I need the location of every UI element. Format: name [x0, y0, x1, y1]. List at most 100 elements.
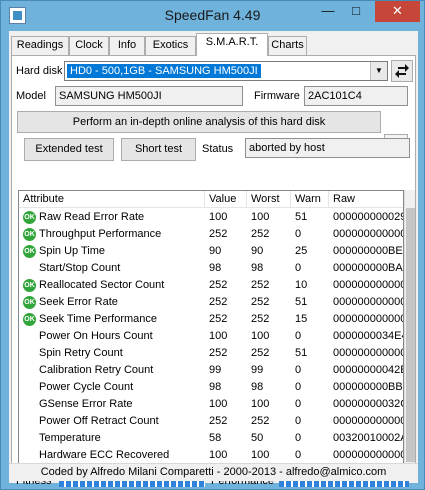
extended-test-button[interactable]: Extended test: [24, 138, 114, 161]
table-cell-warn: 0: [295, 330, 302, 342]
table-row[interactable]: OK Raw Read Error Rate 100 100 51 00000000002…: [19, 209, 404, 226]
table-row[interactable]: OK Seek Error Rate 252 252 51 000000000000: [19, 294, 403, 311]
firmware-label: Firmware: [254, 90, 300, 102]
table-cell-value: 98: [209, 381, 222, 393]
table-cell-warn: 0: [295, 432, 302, 444]
table-row[interactable]: OK Seek Time Performance 252 252 15 000000000…: [19, 311, 404, 328]
table-cell-attribute: Spin Up Time: [39, 245, 106, 257]
table-cell-warn: 0: [295, 228, 302, 240]
firmware-field: 2AC101C4: [304, 86, 408, 106]
table-cell-worst: 252: [251, 228, 270, 240]
table-cell-value: 90: [209, 245, 222, 257]
table-row[interactable]: Power Cycle Count 98 98 0 000000000BB2: [19, 379, 403, 396]
table-cell-raw: 000000000029: [333, 211, 404, 223]
ok-status-icon: OK: [23, 228, 36, 241]
table-cell-attribute: Power Cycle Count: [39, 381, 134, 393]
table-cell-value: 252: [209, 296, 228, 308]
model-field: SAMSUNG HM500JI: [55, 86, 243, 106]
table-cell-raw: 000000000000: [333, 449, 404, 461]
table-cell-value: 252: [209, 279, 228, 291]
table-cell-worst: 100: [251, 211, 270, 223]
hard-disk-selected-value: HD0 - 500,1GB - SAMSUNG HM500JI: [67, 64, 261, 78]
column-worst[interactable]: Worst: [247, 191, 291, 208]
table-cell-worst: 100: [251, 449, 270, 461]
title-bar[interactable]: SpeedFan 4.49 — □ ✕: [1, 1, 424, 31]
table-cell-warn: 0: [295, 364, 302, 376]
table-cell-warn: 0: [295, 381, 302, 393]
table-row[interactable]: OK Reallocated Sector Count 252 252 10 000000…: [19, 277, 404, 294]
table-cell-worst: 99: [251, 364, 264, 376]
table-row[interactable]: Hardware ECC Recovered 100 100 0 00000000000…: [19, 447, 404, 463]
table-cell-warn: 0: [295, 449, 302, 461]
table-cell-worst: 252: [251, 347, 270, 359]
column-attribute[interactable]: Attribute: [19, 191, 205, 208]
table-cell-warn: 0: [295, 398, 302, 410]
table-row[interactable]: GSense Error Rate 100 100 0 00000000032C: [19, 396, 404, 413]
table-cell-warn: 0: [295, 415, 302, 427]
column-raw[interactable]: Raw: [329, 191, 403, 208]
short-test-button[interactable]: Short test: [121, 138, 196, 161]
tab-charts[interactable]: Charts: [268, 36, 307, 55]
table-row[interactable]: OK Throughput Performance 252 252 0 000000000…: [19, 226, 403, 243]
table-cell-worst: 252: [251, 279, 270, 291]
column-warn[interactable]: Warn: [291, 191, 329, 208]
table-row[interactable]: Power Off Retract Count 252 252 0 0000000000…: [19, 413, 404, 430]
ok-status-icon: OK: [23, 279, 36, 292]
table-cell-attribute: Hardware ECC Recovered: [39, 449, 170, 461]
tab-clock[interactable]: Clock: [69, 36, 109, 55]
table-cell-value: 100: [209, 330, 228, 342]
table-cell-worst: 50: [251, 432, 264, 444]
tab-smart[interactable]: S.M.A.R.T.: [196, 33, 268, 56]
table-cell-raw: 000000000000: [333, 415, 404, 427]
table-cell-worst: 252: [251, 313, 270, 325]
table-cell-raw: 00000000032C: [333, 398, 404, 410]
ok-status-icon: OK: [23, 313, 36, 326]
hard-disk-label: Hard disk: [16, 65, 63, 77]
smart-attributes-table[interactable]: Attribute Value Worst Warn Raw OK Raw Rea…: [18, 190, 404, 464]
tab-readings[interactable]: Readings: [11, 36, 69, 55]
model-label: Model: [16, 90, 46, 102]
table-scrollbar[interactable]: [404, 190, 415, 464]
table-cell-value: 252: [209, 415, 228, 427]
table-cell-value: 98: [209, 262, 222, 274]
table-cell-raw: 000000000BEA: [333, 245, 404, 257]
table-cell-attribute: Calibration Retry Count: [39, 364, 154, 376]
table-cell-worst: 100: [251, 398, 270, 410]
table-cell-raw: 000000000000: [333, 347, 404, 359]
close-button[interactable]: ✕: [375, 1, 420, 22]
table-row[interactable]: Start/Stop Count 98 98 0 000000000BA4: [19, 260, 404, 277]
table-cell-raw: 000000000000: [333, 313, 404, 325]
table-row[interactable]: Spin Retry Count 252 252 51 000000000000: [19, 345, 404, 362]
table-cell-raw: 00320010002A: [333, 432, 404, 444]
table-cell-worst: 98: [251, 262, 264, 274]
table-row[interactable]: Calibration Retry Count 99 99 0 00000000042E: [19, 362, 403, 379]
refresh-disks-button[interactable]: [391, 60, 413, 82]
table-cell-worst: 98: [251, 381, 264, 393]
chevron-down-icon[interactable]: ▼: [370, 62, 387, 80]
table-row[interactable]: Temperature 58 50 0 00320010002A: [19, 430, 404, 447]
hard-disk-select[interactable]: HD0 - 500,1GB - SAMSUNG HM500JI ▼: [64, 61, 388, 81]
column-value[interactable]: Value: [205, 191, 247, 208]
table-cell-raw: 000000000BA4: [333, 262, 404, 274]
table-cell-warn: 51: [295, 211, 308, 223]
table-cell-attribute: Raw Read Error Rate: [39, 211, 145, 223]
maximize-button[interactable]: □: [342, 1, 370, 22]
scrollbar-thumb[interactable]: [406, 208, 415, 462]
minimize-button[interactable]: —: [314, 1, 342, 22]
table-cell-value: 100: [209, 211, 228, 223]
online-analysis-button[interactable]: Perform an in-depth online analysis of t…: [17, 111, 381, 133]
table-cell-value: 58: [209, 432, 222, 444]
table-header: Attribute Value Worst Warn Raw: [19, 191, 403, 208]
table-row[interactable]: Power On Hours Count 100 100 0 0000000034E4: [19, 328, 403, 345]
smart-panel: Hard disk HD0 - 500,1GB - SAMSUNG HM500J…: [11, 55, 416, 487]
table-row[interactable]: OK Spin Up Time 90 90 25 000000000BEA: [19, 243, 404, 260]
table-cell-attribute: Power On Hours Count: [39, 330, 153, 342]
tab-exotics[interactable]: Exotics: [145, 36, 196, 55]
table-cell-attribute: Temperature: [39, 432, 101, 444]
table-cell-attribute: Seek Error Rate: [39, 296, 118, 308]
table-cell-worst: 252: [251, 296, 270, 308]
tab-info[interactable]: Info: [109, 36, 145, 55]
table-cell-raw: 000000000000: [333, 279, 404, 291]
table-cell-attribute: Start/Stop Count: [39, 262, 121, 274]
table-cell-warn: 15: [295, 313, 308, 325]
